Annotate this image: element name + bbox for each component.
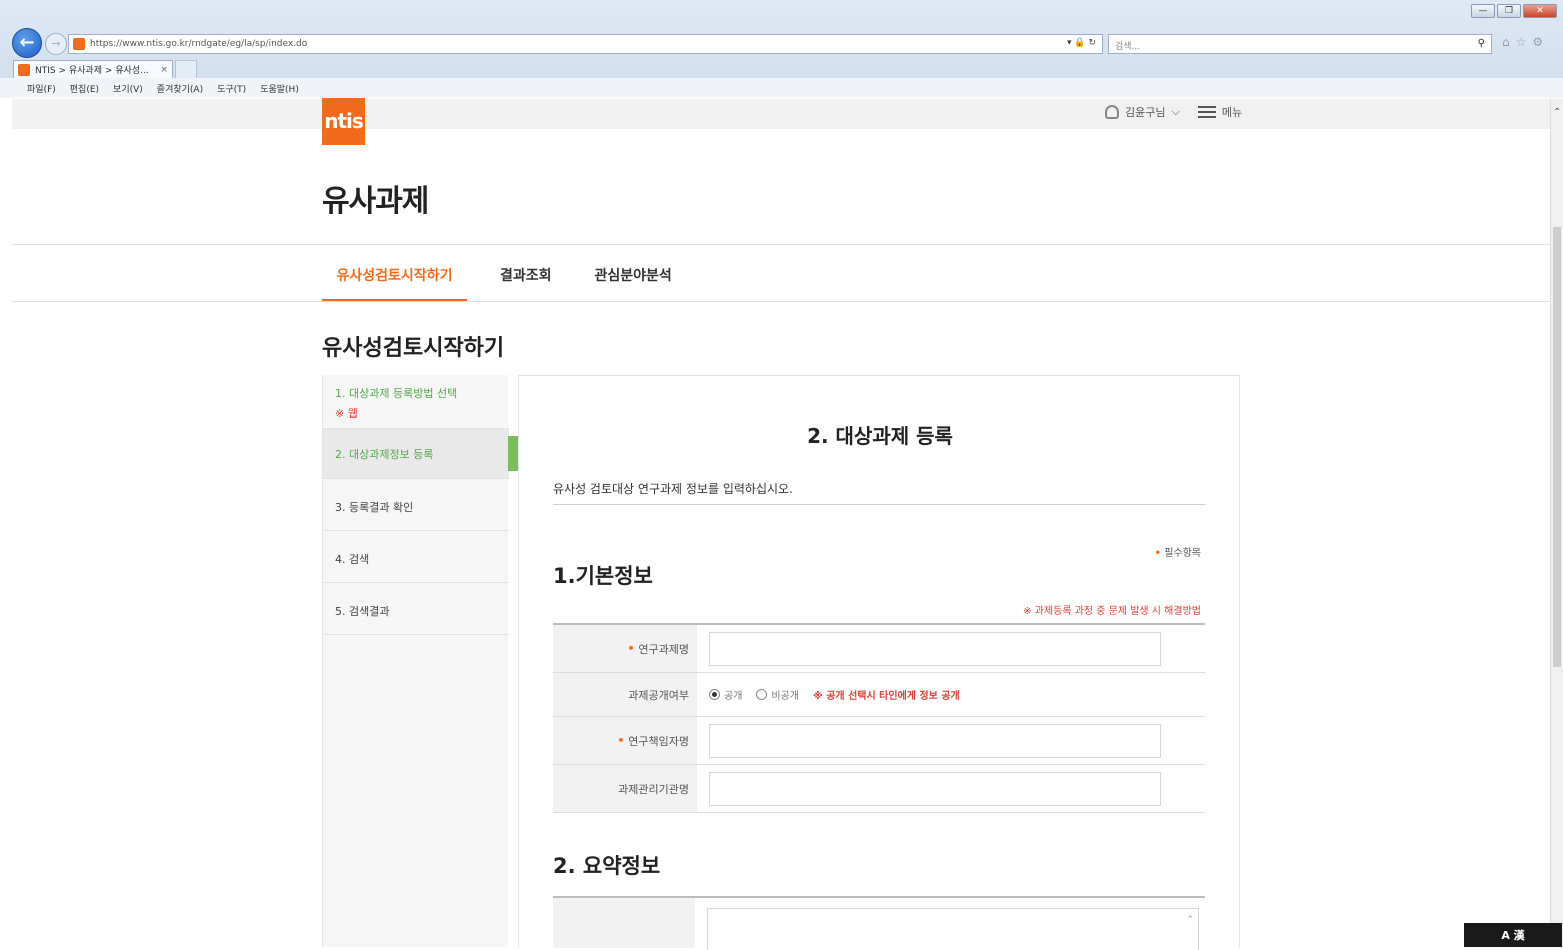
page-tabs: 유사성검토시작하기 결과조회 관심분야분석 (322, 246, 686, 302)
tab-similarity-start[interactable]: 유사성검토시작하기 (322, 246, 467, 302)
tab-close-icon[interactable]: × (160, 65, 168, 75)
arrow-left-icon: ← (19, 32, 35, 53)
tab-favicon-icon (18, 63, 30, 76)
user-name[interactable]: 김윤구님 (1125, 104, 1165, 120)
section-title: 유사성검토시작하기 (322, 336, 505, 361)
menu-tools[interactable]: 도구(T) (217, 82, 246, 95)
window-controls: — ❐ ✕ (1471, 4, 1557, 18)
site-header (12, 99, 1550, 129)
summary-info-table: ⌃ (553, 896, 1205, 950)
summary-textarea[interactable]: ⌃ (707, 908, 1199, 950)
researcher-input[interactable] (709, 723, 1161, 758)
form-row: • 연구과제명 (553, 625, 1205, 673)
form-description: 유사성 검토대상 연구과제 정보를 입력하십시오. (553, 482, 793, 496)
required-note: • 필수항목 (1154, 548, 1201, 559)
search-placeholder: 검색... (1115, 42, 1141, 52)
hamburger-menu-icon[interactable] (1197, 106, 1216, 118)
summary-label (553, 898, 695, 948)
step-1-label: 1. 대상과제 등록방법 선택 (335, 387, 458, 400)
address-actions[interactable]: ▾ 🔒 ↻ (1067, 38, 1096, 48)
tab-interest-analysis[interactable]: 관심분야분석 (581, 246, 686, 302)
divider (12, 301, 1550, 302)
radio-unchecked-icon (756, 689, 768, 700)
close-window-button[interactable]: ✕ (1523, 4, 1557, 18)
ime-indicator[interactable]: A 漢 (1464, 923, 1562, 947)
back-button[interactable]: ← (12, 28, 42, 58)
step-1[interactable]: 1. 대상과제 등록방법 선택 ※ 웹 (323, 375, 509, 429)
user-icon[interactable] (1105, 105, 1119, 119)
new-tab-button[interactable] (175, 60, 197, 78)
form-row: • 연구책임자명 (553, 717, 1205, 765)
chevron-down-icon[interactable]: ⌵ (1171, 105, 1179, 119)
org-label: 과제관리기관명 (553, 765, 697, 812)
project-name-label-text: 연구과제명 (638, 642, 689, 656)
radio-checked-icon (709, 689, 720, 700)
browser-toolbar-icons: ⌂ ☆ ⚙ (1502, 35, 1543, 49)
page-scrollbar[interactable]: ⌃ (1550, 99, 1563, 947)
radio-private-label: 비공개 (771, 691, 800, 702)
maximize-button[interactable]: ❐ (1497, 4, 1521, 18)
menu-help[interactable]: 도움말(H) (260, 82, 299, 95)
step-2-active[interactable]: 2. 대상과제정보 등록 (323, 429, 509, 479)
forward-button[interactable]: → (45, 33, 67, 55)
form-row: 과제관리기관명 (553, 765, 1205, 813)
user-area: 김윤구님 ⌵ 메뉴 (1105, 104, 1242, 120)
menu-favorites[interactable]: 즐겨찾기(A) (157, 82, 203, 95)
minimize-button[interactable]: — (1471, 4, 1495, 18)
step-1-note: ※ 웹 (335, 407, 358, 420)
menu-file[interactable]: 파일(F) (27, 82, 56, 95)
basic-info-table: • 연구과제명 과제공개여부 공개 비공개 ※ 공개 선택시 타인에게 정보 공… (553, 623, 1205, 813)
form-title: 2. 대상과제 등록 (807, 424, 953, 448)
required-note-label: 필수항목 (1164, 548, 1201, 559)
summary-info-heading: 2. 요약정보 (553, 854, 661, 878)
radio-public-label: 공개 (724, 691, 743, 702)
browser-tab[interactable]: NTIS > 유사과제 > 유사성... × (13, 60, 173, 78)
home-icon[interactable]: ⌂ (1502, 35, 1510, 49)
step-3[interactable]: 3. 등록결과 확인 (323, 479, 509, 531)
browser-menubar: 파일(F) 편집(E) 보기(V) 즐겨찾기(A) 도구(T) 도움말(H) (0, 78, 1563, 98)
browser-chrome: — ❐ ✕ ← → https://www.ntis.go.kr/rndgate… (0, 0, 1563, 98)
page-title: 유사과제 (322, 184, 429, 219)
required-bullet: • (627, 642, 639, 655)
active-step-indicator (508, 436, 518, 471)
menu-label[interactable]: 메뉴 (1222, 104, 1242, 120)
menu-view[interactable]: 보기(V) (113, 82, 143, 95)
address-bar[interactable]: https://www.ntis.go.kr/rndgate/eg/la/sp/… (68, 34, 1103, 54)
tab-result-lookup[interactable]: 결과조회 (486, 246, 566, 302)
basic-info-heading: 1.기본정보 (553, 564, 653, 588)
researcher-label-text: 연구책임자명 (628, 734, 689, 748)
scroll-up-arrow-icon[interactable]: ⌃ (1553, 107, 1561, 118)
issue-help-link[interactable]: ※ 과제등록 과정 중 문제 발생 시 해결방법 (1023, 602, 1201, 617)
disclosure-label: 과제공개여부 (553, 673, 697, 716)
steps-sidebar: 1. 대상과제 등록방법 선택 ※ 웹 2. 대상과제정보 등록 3. 등록결과… (322, 375, 509, 947)
scroll-up-icon[interactable]: ⌃ (1186, 915, 1194, 925)
required-bullet: • (617, 734, 629, 747)
project-name-label: • 연구과제명 (553, 625, 697, 672)
favorites-star-icon[interactable]: ☆ (1516, 35, 1527, 49)
org-input[interactable] (709, 771, 1161, 806)
radio-private[interactable]: 비공개 (756, 687, 799, 702)
researcher-label: • 연구책임자명 (553, 717, 697, 764)
divider (12, 244, 1550, 245)
step-4[interactable]: 4. 검색 (323, 531, 509, 583)
browser-search-input[interactable]: 검색... ⚲ (1108, 34, 1492, 54)
disclosure-note: ※ 공개 선택시 타인에게 정보 공개 (813, 691, 960, 702)
ntis-logo[interactable]: ntis (322, 98, 365, 145)
menu-edit[interactable]: 편집(E) (70, 82, 99, 95)
form-row: 과제공개여부 공개 비공개 ※ 공개 선택시 타인에게 정보 공개 (553, 673, 1205, 717)
search-icon[interactable]: ⚲ (1478, 38, 1485, 49)
address-url[interactable]: https://www.ntis.go.kr/rndgate/eg/la/sp/… (90, 39, 307, 49)
scrollbar-thumb[interactable] (1553, 227, 1561, 667)
radio-public[interactable]: 공개 (709, 687, 742, 702)
divider (553, 504, 1205, 505)
site-favicon-icon (73, 38, 85, 50)
settings-gear-icon[interactable]: ⚙ (1532, 35, 1543, 49)
registration-panel: 2. 대상과제 등록 유사성 검토대상 연구과제 정보를 입력하십시오. • 필… (518, 375, 1240, 950)
tab-title: NTIS > 유사과제 > 유사성... (35, 66, 149, 76)
step-5[interactable]: 5. 검색결과 (323, 583, 509, 635)
project-name-input[interactable] (709, 631, 1161, 666)
arrow-right-icon: → (51, 37, 61, 50)
